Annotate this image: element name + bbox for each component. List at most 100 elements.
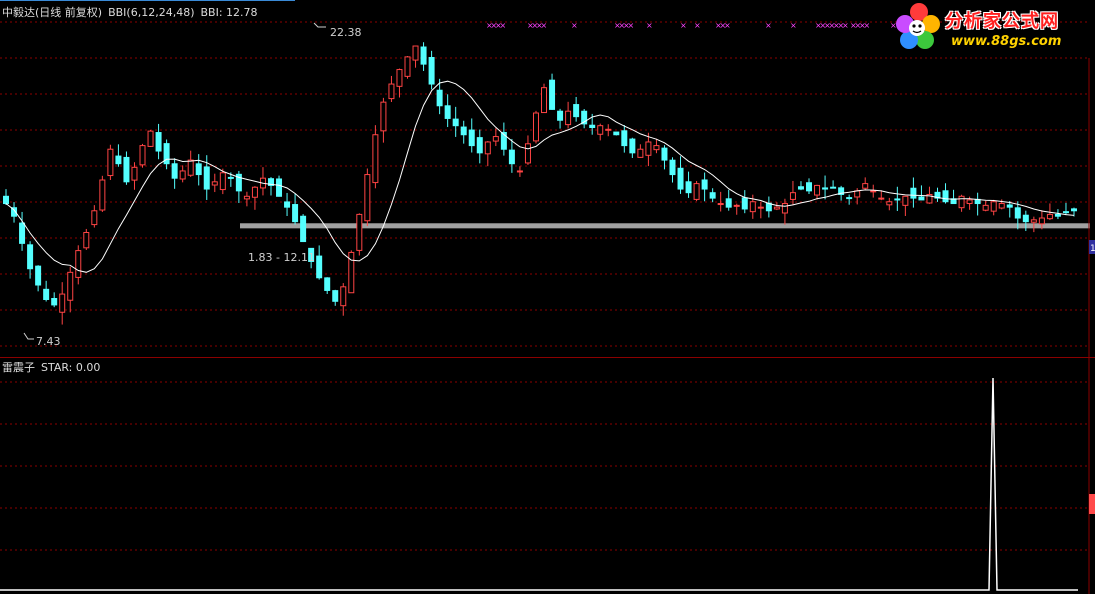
indicator-label: BBI(6,12,24,48) [108,6,195,19]
candle-body [918,196,925,201]
sub-chart-panel[interactable] [0,358,1095,594]
candle-body [19,222,26,244]
candle-body [806,182,813,192]
candle-body [364,174,371,222]
candle-body [243,195,250,200]
candle-body [589,124,596,128]
candle-body [685,181,692,194]
candle-body [741,197,748,210]
high-annotation: 22.38 [313,22,362,39]
bbi-line [5,80,1075,273]
candle-body [179,170,186,180]
signal-mark: × [628,21,635,30]
candlesticks [3,42,1077,325]
candle-body [476,137,483,154]
candle-body [139,145,146,166]
star-indicator-chart[interactable] [0,358,1095,594]
candle-body [468,129,475,147]
candle-body [187,159,194,176]
candle-body [709,192,716,199]
candle-body [420,46,427,65]
candle-body [1046,213,1053,220]
candle-body [822,187,829,190]
sub-indicator-name: 雷震子 [2,361,35,374]
candle-body [998,203,1005,209]
candle-body [966,199,973,205]
candle-body [757,206,764,209]
candle-body [677,167,684,190]
candle-body [910,187,917,199]
candle-body [1014,207,1021,219]
star-value: STAR: 0.00 [41,361,101,374]
signal-mark: × [571,21,578,30]
indicator-value: BBI: 12.78 [200,6,258,19]
candle-body [597,125,604,135]
high-label: 22.38 [330,26,362,39]
candle-body [565,110,572,126]
flower-logo-icon [896,3,940,49]
logo-url: www.88gs.com [951,34,1062,49]
candle-body [629,138,636,154]
candle-body [894,198,901,201]
candle-body [661,147,668,161]
candle-body [155,132,162,152]
signal-mark: × [765,21,772,30]
candle-body [131,166,138,181]
candle-body [195,163,202,176]
candle-body [1071,208,1077,212]
candle-body [830,186,837,189]
candle-body [516,170,523,173]
candle-body [396,69,403,87]
candle-body [605,128,612,131]
candle-body [388,83,395,100]
logo-title: 分析家公式网 [945,11,1059,32]
candle-body [814,184,821,196]
low-label: 7.43 [36,335,61,348]
candle-body [444,105,451,119]
candle-body [886,201,893,206]
price-axis-marker-label: 1 [1090,244,1095,254]
candle-body [380,101,387,132]
candle-body [492,136,499,142]
candle-body [669,159,676,176]
range-label: 1.83 - 12.11 [248,251,315,264]
candle-body [219,172,226,191]
star-line [0,377,1078,591]
candle-body [404,56,411,77]
candle-body [452,118,459,127]
signal-mark: × [842,21,849,30]
candle-body [276,178,283,197]
candle-body [701,179,708,190]
candle-body [902,195,909,206]
candle-body [878,197,885,200]
candle-body [51,298,58,306]
candle-body [115,155,122,165]
candle-body [1006,204,1013,208]
candle-body [35,265,42,286]
candle-body [91,210,98,226]
candle-body [862,183,869,189]
candle-body [1022,214,1029,223]
candle-body [340,286,347,307]
candle-body [749,201,756,213]
candle-body [171,163,178,179]
signal-mark: × [646,21,653,30]
stock-name: 中毅达(日线 前复权) [2,6,103,19]
candle-body [107,148,114,177]
candle-body [854,190,861,198]
candle-body [725,198,732,208]
site-logo[interactable]: 分析家公式网 www.88gs.com [893,0,1089,56]
signal-mark: × [864,21,871,30]
candle-body [797,186,804,190]
candle-body [621,130,628,147]
candle-body [59,293,66,313]
candle-body [284,201,291,208]
candle-body [1038,217,1045,225]
candle-body [428,57,435,85]
candle-body [43,288,50,300]
candle-body [508,149,515,165]
candle-body [846,197,853,200]
candle-body [460,126,467,136]
candle-body [557,110,564,121]
signal-mark: × [500,21,507,30]
